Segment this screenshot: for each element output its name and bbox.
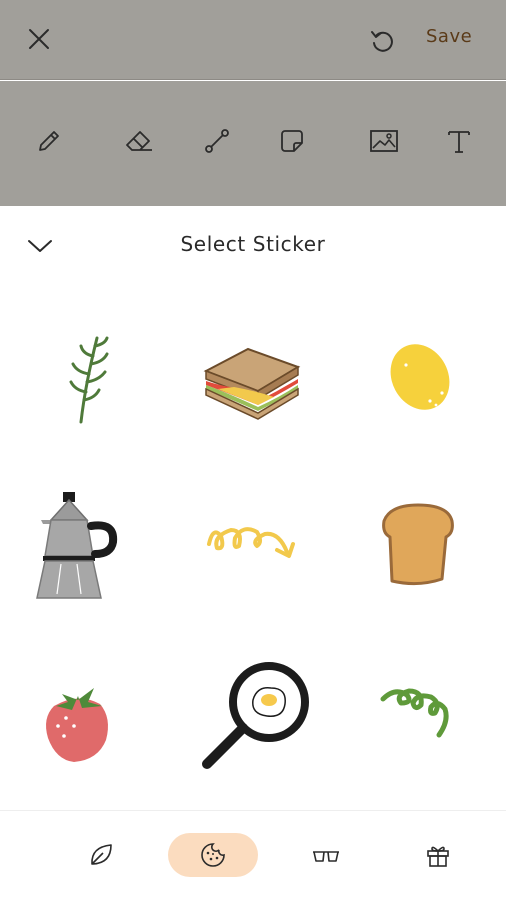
pencil-icon [39,131,59,151]
sticker-rosemary-sprig[interactable] [28,316,148,436]
green-spiral-icon [380,688,449,738]
sticker-category-bar [0,810,506,900]
sticker-sheet: Select Sticker [0,206,506,810]
category-tab-gifts[interactable] [415,833,461,877]
sticker-sandwich[interactable] [193,316,313,436]
glasses-icon [313,851,339,862]
sticker-lemon[interactable] [360,316,480,436]
toast-icon [382,503,454,586]
rosemary-sprig-icon [69,336,109,424]
text-tool[interactable] [439,121,479,161]
line-icon [205,129,229,153]
sticker-moka-pot[interactable] [18,486,138,606]
save-button[interactable]: Save [426,26,472,56]
sticker-green-spiral[interactable] [355,656,475,776]
image-icon [370,130,398,152]
eraser-icon [126,131,152,151]
editor-top-bar: Save [0,0,506,80]
image-tool[interactable] [364,121,404,161]
sticker-tool[interactable] [272,121,312,161]
squiggle-arrow-icon [207,527,295,558]
line-tool[interactable] [197,121,237,161]
sticker-strawberry[interactable] [18,656,138,776]
drawing-toolbar [0,81,506,206]
sheet-title: Select Sticker [180,232,326,256]
cookie-icon [201,843,225,867]
gift-icon [427,846,449,867]
undo-button[interactable] [366,24,400,58]
undo-icon [371,31,393,52]
moka-pot-icon [36,492,118,599]
sticker-yellow-squiggle-arrow[interactable] [193,486,313,606]
category-tab-accessories[interactable] [303,833,349,877]
text-icon [448,131,470,153]
strawberry-icon [46,688,108,762]
category-tab-nature[interactable] [78,833,124,877]
sheet-header: Select Sticker [0,206,506,282]
category-tab-food[interactable] [168,833,258,877]
sticker-toast[interactable] [358,486,478,606]
eraser-tool[interactable] [120,121,160,161]
lemon-icon [390,344,450,410]
sticker-grid [0,316,506,806]
leaf-icon [91,844,112,865]
close-icon [29,29,49,49]
close-button[interactable] [22,22,56,56]
sticker-frying-pan-egg[interactable] [193,656,313,776]
sticker-icon [281,130,303,152]
sandwich-icon [203,347,301,420]
frying-pan-egg-icon [202,662,309,769]
pencil-tool[interactable] [29,121,69,161]
